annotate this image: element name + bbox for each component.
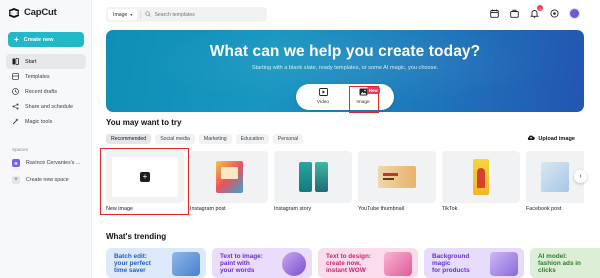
sidebar-item-recent-drafts[interactable]: Recent drafts <box>6 84 86 99</box>
card-youtube-thumbnail[interactable] <box>358 151 436 203</box>
search-bar[interactable]: Image ▾ <box>106 7 267 22</box>
card-instagram-story[interactable] <box>274 151 352 203</box>
top-actions: 1 <box>489 5 580 19</box>
trending-card-batch-edit[interactable]: Batch edit: your perfect time saver <box>106 248 206 278</box>
capcut-logo-icon <box>8 7 20 18</box>
clock-icon <box>12 88 19 95</box>
plus-icon: + <box>140 172 150 182</box>
tab-social-media[interactable]: Social media <box>155 134 195 144</box>
instagram-story-preview-2 <box>314 162 328 192</box>
trending-card-text: Text to image: paint with your words <box>220 253 263 274</box>
sidebar-nav: Start Templates Recent drafts Share and … <box>6 54 86 129</box>
plus-icon: + <box>14 34 19 44</box>
card-label: Facebook post <box>526 206 562 212</box>
tab-recommended[interactable]: Recommended <box>106 134 152 144</box>
search-input[interactable] <box>154 11 255 18</box>
chevron-down-icon: ▾ <box>130 12 133 17</box>
card-label: Instagram story <box>274 206 312 212</box>
youtube-thumbnail-preview <box>378 166 416 188</box>
facebook-post-preview <box>541 162 569 192</box>
create-new-button[interactable]: + Create new <box>8 32 84 47</box>
sidebar-item-label: Recent drafts <box>25 88 58 95</box>
card-instagram-post[interactable] <box>190 151 268 203</box>
trending-card-text-to-design[interactable]: Text to design: create now, instant WOW <box>318 248 418 278</box>
sidebar-item-share-schedule[interactable]: Share and schedule <box>6 99 86 114</box>
trending-section-title: What's trending <box>106 232 167 241</box>
space-name: Ravince Cervantes's ... <box>26 160 81 166</box>
app-name: CapCut <box>24 7 57 18</box>
sidebar-item-magic-tools[interactable]: Magic tools <box>6 114 86 129</box>
trending-card-text: Background magic for products <box>432 253 470 274</box>
sidebar: CapCut + Create new Start Templates Rece… <box>0 0 92 278</box>
logo[interactable]: CapCut <box>8 7 57 18</box>
share-icon <box>12 103 19 110</box>
trending-thumbnail <box>282 252 306 276</box>
plus-icon: + <box>12 176 20 184</box>
bell-icon[interactable]: 1 <box>529 5 543 19</box>
sidebar-item-label: Templates <box>25 73 50 80</box>
instagram-story-preview <box>298 162 312 192</box>
create-space-label: Create new space <box>26 177 69 183</box>
trending-thumbnail <box>384 252 412 276</box>
upload-cloud-icon <box>527 134 536 143</box>
tab-video[interactable]: Video <box>308 88 338 108</box>
try-section-title: You may want to try <box>106 118 182 127</box>
space-avatar: R <box>12 159 20 167</box>
instagram-post-preview <box>215 161 243 193</box>
sidebar-item-start[interactable]: Start <box>6 54 86 69</box>
space-item[interactable]: R Ravince Cervantes's ... <box>12 159 80 167</box>
tab-image-label: Image <box>356 100 370 105</box>
card-label: New image <box>106 206 133 212</box>
tab-education[interactable]: Education <box>235 134 269 144</box>
tab-marketing[interactable]: Marketing <box>198 134 232 144</box>
trending-card-background-magic[interactable]: Background magic for products <box>424 248 524 278</box>
search-icon <box>145 10 152 19</box>
settings-icon[interactable] <box>549 8 560 19</box>
card-label: YouTube thumbnail <box>358 206 405 212</box>
sidebar-item-templates[interactable]: Templates <box>6 69 86 84</box>
user-avatar[interactable] <box>569 8 580 19</box>
carousel-next-button[interactable]: › <box>574 170 587 183</box>
hero-title: What can we help you create today? <box>209 43 481 60</box>
trending-thumbnail <box>172 252 200 276</box>
video-icon <box>318 88 328 98</box>
upload-image-label: Upload image <box>538 135 575 142</box>
tab-personal[interactable]: Personal <box>272 134 304 144</box>
search-category-value: Image <box>113 11 128 18</box>
card-new-image[interactable]: + <box>106 151 184 203</box>
upload-image-button[interactable]: Upload image <box>527 134 575 143</box>
search-category-select[interactable]: Image ▾ <box>108 9 138 20</box>
new-badge: New <box>367 87 380 94</box>
calendar-icon[interactable] <box>489 8 500 19</box>
trending-thumbnail <box>490 252 518 276</box>
create-new-label: Create new <box>23 36 54 43</box>
card-label: TikTok <box>442 206 458 212</box>
top-bar: Image ▾ 1 <box>92 0 600 30</box>
hero-subtitle: Starting with a blank slate, ready templ… <box>251 65 439 71</box>
notification-badge: 1 <box>537 5 543 11</box>
card-tiktok[interactable] <box>442 151 520 203</box>
trending-card-text: Batch edit: your perfect time saver <box>114 253 151 274</box>
sidebar-item-label: Start <box>25 58 37 65</box>
spaces-heading: Spaces <box>12 148 28 153</box>
templates-icon <box>12 73 19 80</box>
tiktok-preview <box>473 159 489 195</box>
trending-card-text: AI model: fashion ads in clicks <box>538 253 581 274</box>
magic-wand-icon <box>12 118 19 125</box>
sidebar-item-label: Share and schedule <box>25 103 73 110</box>
card-label: Instagram post <box>190 206 226 212</box>
tab-video-label: Video <box>316 100 330 105</box>
divider <box>140 10 142 19</box>
chevron-right-icon: › <box>579 173 582 180</box>
home-icon <box>12 58 19 65</box>
trending-card-text: Text to design: create now, instant WOW <box>326 253 371 274</box>
category-tabs: Recommended Social media Marketing Educa… <box>106 134 304 144</box>
create-space-button[interactable]: + Create new space <box>12 176 69 184</box>
trending-card-ai-model[interactable]: AI model: fashion ads in clicks <box>530 248 600 278</box>
trending-card-text-to-image[interactable]: Text to image: paint with your words <box>212 248 312 278</box>
sidebar-item-label: Magic tools <box>25 118 53 125</box>
briefcase-icon[interactable] <box>509 8 520 19</box>
